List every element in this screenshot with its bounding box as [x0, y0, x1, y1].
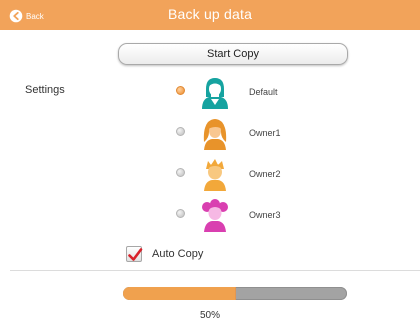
auto-copy-option[interactable]: Auto Copy — [126, 246, 203, 262]
checkmark-icon — [128, 248, 143, 261]
progress-bar — [123, 287, 347, 300]
profile-label-default: Default — [249, 87, 278, 97]
radio-owner3[interactable] — [176, 209, 185, 218]
person-owner2-icon — [204, 159, 226, 191]
profile-option-owner1[interactable]: Owner1 — [172, 116, 322, 150]
settings-label: Settings — [25, 84, 65, 96]
radio-default[interactable] — [176, 86, 185, 95]
profile-label-owner3: Owner3 — [249, 210, 281, 220]
person-owner1-icon — [203, 119, 227, 150]
progress-fill — [123, 287, 236, 300]
start-copy-button[interactable]: Start Copy — [118, 43, 348, 65]
title-bar: Back Back up data — [0, 0, 420, 30]
person-default-icon — [202, 78, 228, 109]
person-owner3-icon — [202, 199, 228, 232]
profile-option-default[interactable]: Default — [172, 75, 322, 109]
radio-owner1[interactable] — [176, 127, 185, 136]
auto-copy-label: Auto Copy — [152, 248, 204, 260]
profile-option-owner3[interactable]: Owner3 — [172, 198, 322, 232]
profile-label-owner2: Owner2 — [249, 169, 281, 179]
divider — [10, 270, 420, 271]
progress-percent: 50% — [199, 310, 220, 321]
profile-option-owner2[interactable]: Owner2 — [172, 157, 322, 191]
radio-owner2[interactable] — [176, 168, 185, 177]
auto-copy-checkbox[interactable] — [126, 246, 143, 262]
profile-label-owner1: Owner1 — [249, 128, 281, 138]
page-title: Back up data — [167, 6, 253, 22]
